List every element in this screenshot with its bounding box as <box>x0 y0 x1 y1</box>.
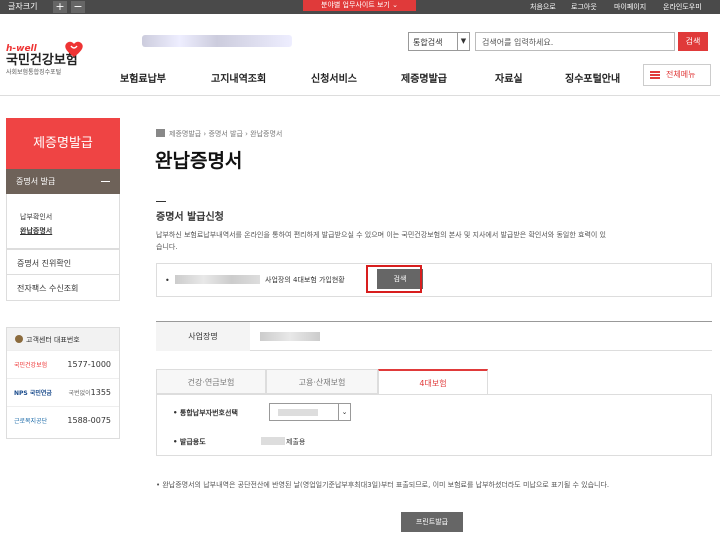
call-row-nps: NPS 국민연금 국번없이1355 <box>7 378 119 406</box>
heart-logo-icon <box>65 41 83 57</box>
breadcrumb-item[interactable]: 증명서 발급 <box>208 130 242 138</box>
call-number: 1577-1000 <box>67 360 111 369</box>
tab-employment-accident[interactable]: 고용·산재보험 <box>266 369 378 394</box>
blurred-value <box>278 409 318 416</box>
font-size-label: 글자크기 <box>8 2 38 11</box>
gnb-library[interactable]: 자료실 <box>495 70 523 85</box>
comwel-logo: 근로복지공단 <box>14 418 48 425</box>
home-link[interactable]: 처음으로 <box>530 2 556 12</box>
search-scope-value: 통합검색 <box>413 38 443 47</box>
top-utility-bar: 글자크기 + − 분야별 업무사이트 보기 ⌄ 처음으로 로그아웃 마이페이지 … <box>0 0 720 14</box>
font-decrease-button[interactable]: − <box>71 1 85 13</box>
gnb-divider <box>0 95 720 96</box>
sidebar-category-label: 증명서 발급 <box>16 177 56 186</box>
bullet: • <box>165 276 170 285</box>
payer-number-label: • 통합납부자번호선택 <box>173 409 238 417</box>
gnb-portal-guide[interactable]: 징수포털안내 <box>565 70 620 85</box>
notice-text: • 완납증명서의 납부내역은 공단전산에 반영된 날(영업일기준납부후최대3일)… <box>156 481 610 489</box>
payer-number-label-text: 통합납부자번호선택 <box>179 409 238 417</box>
business-name-row: 사업장명 <box>156 321 712 351</box>
call-center-header: 고객센터 대표번호 <box>7 328 119 350</box>
gnb-certificate[interactable]: 제증명발급 <box>401 70 447 85</box>
tab-four-insurances[interactable]: 4대보험 <box>378 369 488 394</box>
chevron-down-icon: ▼ <box>457 33 469 50</box>
call-number: 1588-0075 <box>67 416 111 425</box>
purpose-label: • 발급용도 <box>173 438 206 446</box>
search-scope-select[interactable]: 통합검색 ▼ <box>408 32 470 51</box>
sidebar-item-verify[interactable]: 증명서 진위확인 <box>6 249 120 275</box>
gnb-notice-inquiry[interactable]: 고지내역조회 <box>211 70 266 85</box>
nps-logo: NPS 국민연금 <box>14 390 52 397</box>
breadcrumb: 제증명발급 › 증명서 발급 › 완납증명서 <box>156 129 282 139</box>
sidebar-title: 제증명발급 <box>6 118 120 169</box>
certificate-form: • 통합납부자번호선택 ⌄ • 발급용도 제출용 <box>156 394 712 456</box>
online-help-link[interactable]: 온라인도우미 <box>663 2 702 12</box>
call-number-value: 1355 <box>90 388 111 397</box>
home-icon[interactable] <box>156 129 165 137</box>
blurred-business-name <box>260 332 320 341</box>
call-row-nhis: 국민건강보험 1577-1000 <box>7 350 119 378</box>
search-button[interactable]: 검색 <box>678 32 708 51</box>
chevron-down-icon: ⌄ <box>392 1 398 9</box>
business-name-label: 사업장명 <box>156 322 250 351</box>
print-issue-button[interactable]: 프린트발급 <box>401 512 463 532</box>
chevron-down-icon: ⌄ <box>338 404 350 420</box>
breadcrumb-item: 완납증명서 <box>250 130 283 138</box>
all-menu-button[interactable]: 전체메뉴 <box>643 64 711 86</box>
page-title: 완납증명서 <box>155 150 243 172</box>
biz-site-dropdown[interactable]: 분야별 업무사이트 보기 ⌄ <box>303 0 416 11</box>
business-search-label: 사업장의 4대보험 가입현황 <box>265 276 345 284</box>
call-center-box: 고객센터 대표번호 국민건강보험 1577-1000 NPS 국민연금 국번없이… <box>6 327 120 439</box>
section-title: 증명서 발급신청 <box>156 212 224 223</box>
search-input[interactable]: 검색어를 입력하세요. <box>475 32 675 51</box>
call-row-comwel: 근로복지공단 1588-0075 <box>7 406 119 434</box>
notice-text-body: 완납증명서의 납부내역은 공단전산에 반영된 날(영업일기준납부후최대3일)부터… <box>162 481 610 489</box>
call-number-prefix: 국번없이 <box>68 390 91 397</box>
font-increase-button[interactable]: + <box>53 1 67 13</box>
blurred-banner <box>142 35 292 47</box>
blurred-business-name <box>175 275 260 284</box>
section-description-continued: 습니다. <box>156 243 178 251</box>
gnb-payment[interactable]: 보험료납부 <box>120 70 166 85</box>
sidebar-submenu: 납부확인서 완납증명서 <box>6 194 120 249</box>
section-marker <box>156 201 166 202</box>
hamburger-icon <box>650 70 660 79</box>
breadcrumb-item[interactable]: 제증명발급 <box>169 130 201 138</box>
biz-site-label: 분야별 업무사이트 보기 <box>321 1 390 9</box>
collapse-icon <box>101 181 110 182</box>
phone-icon <box>15 335 23 343</box>
purpose-label-text: 발급용도 <box>179 438 206 446</box>
all-menu-label: 전체메뉴 <box>666 70 696 79</box>
business-search-box: • 사업장의 4대보험 가입현황 검색 <box>156 263 712 297</box>
sidebar-item-full-payment-cert[interactable]: 완납증명서 <box>20 226 119 236</box>
tab-health-pension[interactable]: 건강·연금보험 <box>156 369 266 394</box>
sidebar-item-payment-confirm[interactable]: 납부확인서 <box>20 212 119 222</box>
payer-number-select[interactable]: ⌄ <box>269 403 351 421</box>
logo-sub-text: 사회보험통합징수포털 <box>6 69 62 76</box>
call-number: 국번없이1355 <box>69 388 111 397</box>
highlight-frame <box>366 265 422 293</box>
purpose-value-text: 제출용 <box>286 438 306 446</box>
nhis-logo: 국민건강보험 <box>14 362 48 369</box>
site-logo[interactable]: h-well 국민건강보험 사회보험통합징수포털 <box>6 41 83 76</box>
section-description: 납부하신 보험료납부내역서를 온라인을 통하여 편리하게 발급받으실 수 있으며… <box>156 231 606 239</box>
call-center-title: 고객센터 대표번호 <box>26 336 80 344</box>
blurred-value <box>261 437 285 445</box>
logout-link[interactable]: 로그아웃 <box>571 2 597 12</box>
gnb-application[interactable]: 신청서비스 <box>311 70 357 85</box>
sidebar-category[interactable]: 증명서 발급 <box>6 169 120 194</box>
sidebar-item-efax[interactable]: 전자팩스 수신조회 <box>6 275 120 301</box>
purpose-value: 제출용 <box>261 437 305 447</box>
mypage-link[interactable]: 마이페이지 <box>614 2 646 12</box>
